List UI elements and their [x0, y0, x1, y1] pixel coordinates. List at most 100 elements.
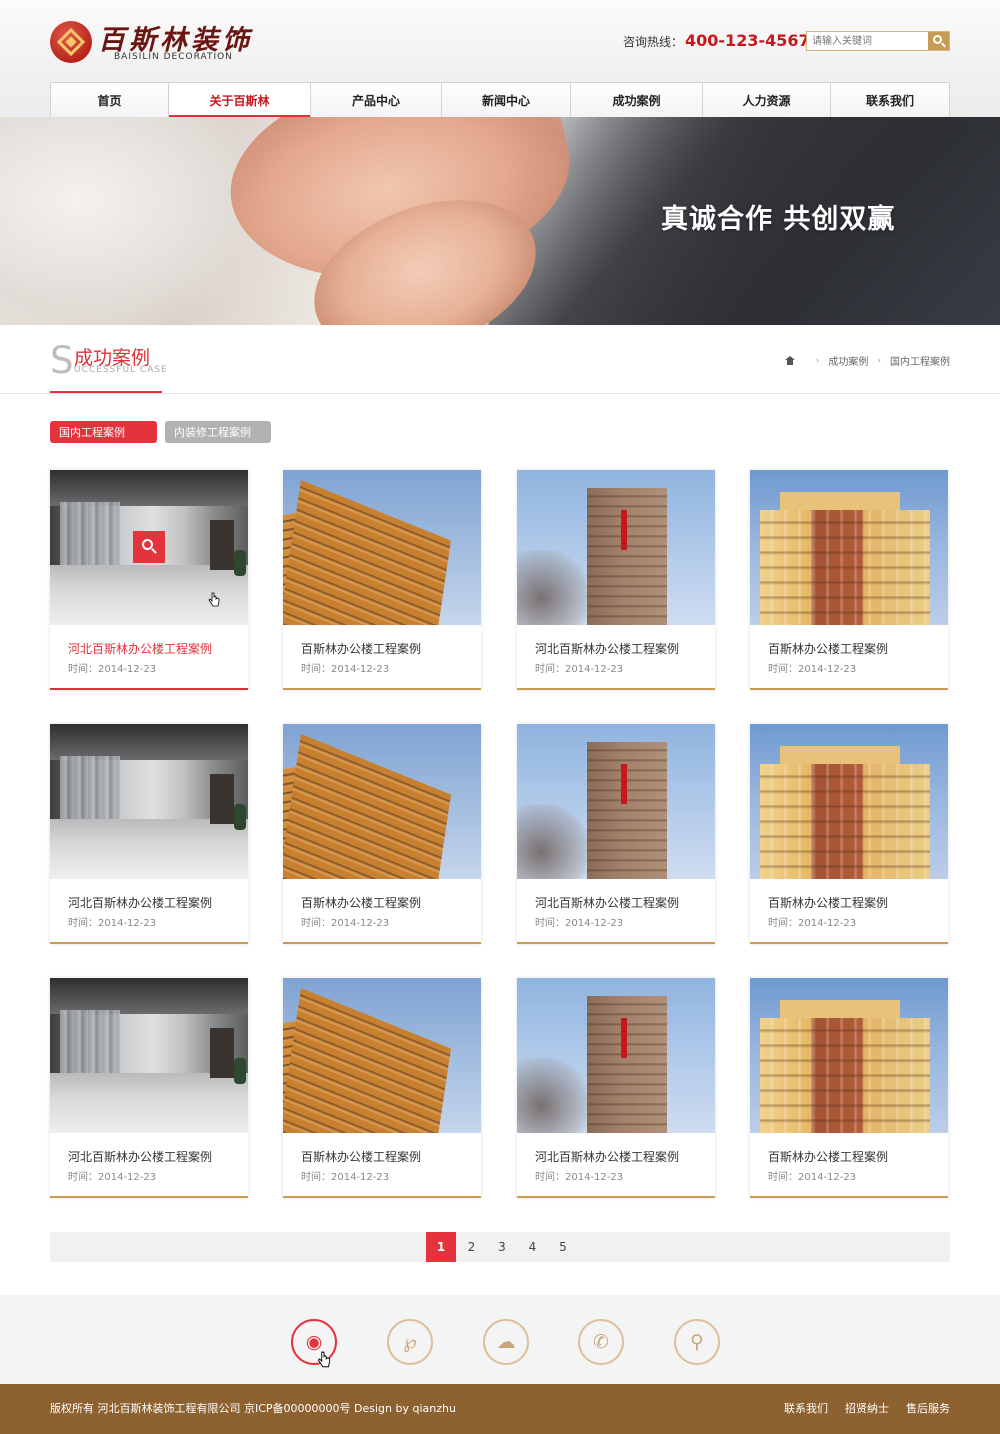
social-bar: ◉ ℘ ☁ ✆ ⚲	[0, 1295, 1000, 1384]
footer-link-careers[interactable]: 招贤纳士	[845, 1400, 889, 1416]
case-image[interactable]	[50, 470, 248, 625]
case-title[interactable]: 河北百斯林办公楼工程案例	[68, 640, 212, 657]
case-image[interactable]	[517, 724, 715, 879]
case-card[interactable]: 河北百斯林办公楼工程案例时间：2014-12-23	[50, 978, 248, 1198]
footer-link-service[interactable]: 售后服务	[906, 1400, 950, 1416]
case-title[interactable]: 百斯林办公楼工程案例	[301, 640, 421, 657]
chevron-right-icon: ›	[815, 355, 820, 366]
case-image[interactable]	[750, 978, 948, 1133]
case-underline	[283, 1196, 481, 1198]
banner-slogan: 真诚合作 共创双赢	[661, 204, 896, 235]
nav-item[interactable]: 首页	[51, 83, 169, 117]
hotline-label: 咨询热线：	[623, 35, 684, 49]
case-card[interactable]: 河北百斯林办公楼工程案例 时间：2014-12-23	[50, 724, 248, 944]
search-button[interactable]	[928, 32, 949, 50]
site-header: 百斯林装饰 BAISILIN DECORATION 咨询热线： 400-123-4…	[0, 0, 1000, 118]
case-card[interactable]: 百斯林办公楼工程案例时间：2014-12-23	[283, 978, 481, 1198]
case-card[interactable]: 百斯林办公楼工程案例时间：2014-12-23	[750, 978, 948, 1198]
case-underline	[283, 942, 481, 944]
case-date: 时间：2014-12-23	[535, 918, 624, 929]
qq-weibo-button[interactable]: ℘	[387, 1319, 433, 1365]
weibo-button[interactable]: ◉	[291, 1319, 337, 1368]
case-underline	[750, 942, 948, 944]
case-title[interactable]: 百斯林办公楼工程案例	[768, 1148, 888, 1165]
case-image[interactable]	[283, 724, 481, 879]
search-input[interactable]	[807, 32, 928, 50]
case-image[interactable]	[50, 724, 248, 879]
footer-links: 联系我们 招贤纳士 售后服务	[767, 1400, 950, 1416]
case-image[interactable]	[283, 470, 481, 625]
footer-link-contact[interactable]: 联系我们	[784, 1400, 828, 1416]
case-title[interactable]: 河北百斯林办公楼工程案例	[68, 1148, 212, 1165]
case-card[interactable]: 河北百斯林办公楼工程案例时间：2014-12-23	[517, 978, 715, 1198]
case-title[interactable]: 百斯林办公楼工程案例	[768, 894, 888, 911]
page-5-button[interactable]: 5	[548, 1232, 578, 1262]
case-title[interactable]: 百斯林办公楼工程案例	[768, 640, 888, 657]
logo[interactable]: 百斯林装饰 BAISILIN DECORATION	[50, 18, 250, 66]
section-subtitle: UCCESSFUL CASE	[74, 365, 168, 375]
case-card[interactable]: 百斯林办公楼工程案例时间：2014-12-23	[283, 724, 481, 944]
case-card[interactable]: 百斯林办公楼工程案例时间：2014-12-23	[283, 470, 481, 690]
case-card[interactable]: 河北百斯林办公楼工程案例 时间：2014-12-23	[50, 470, 248, 690]
nav-item[interactable]: 产品中心	[311, 83, 442, 117]
case-title[interactable]: 河北百斯林办公楼工程案例	[68, 894, 212, 911]
case-card[interactable]: 河北百斯林办公楼工程案例时间：2014-12-23	[517, 470, 715, 690]
page-4-button[interactable]: 4	[518, 1232, 548, 1262]
nav-item[interactable]: 新闻中心	[442, 83, 571, 117]
pagination: 12345	[50, 1232, 950, 1262]
zoom-button[interactable]	[133, 531, 165, 563]
breadcrumb-item[interactable]: 国内工程案例	[890, 353, 950, 368]
home-icon[interactable]	[784, 356, 795, 365]
search-box	[806, 31, 950, 51]
case-image[interactable]	[750, 470, 948, 625]
case-title[interactable]: 河北百斯林办公楼工程案例	[535, 640, 679, 657]
phone-icon: ✆	[593, 1331, 609, 1353]
case-image[interactable]	[517, 470, 715, 625]
case-card[interactable]: 百斯林办公楼工程案例时间：2014-12-23	[750, 724, 948, 944]
location-icon: ⚲	[690, 1331, 704, 1353]
tab-domestic-projects[interactable]: 国内工程案例	[50, 421, 157, 443]
case-image[interactable]	[50, 978, 248, 1133]
page-1-button[interactable]: 1	[426, 1232, 456, 1262]
case-title[interactable]: 河北百斯林办公楼工程案例	[535, 1148, 679, 1165]
case-date: 时间：2014-12-23	[301, 664, 390, 675]
nav-item[interactable]: 联系我们	[831, 83, 949, 117]
case-image[interactable]	[283, 978, 481, 1133]
case-image[interactable]	[517, 978, 715, 1133]
logo-subtitle: BAISILIN DECORATION	[114, 52, 233, 62]
case-date: 时间：2014-12-23	[768, 918, 857, 929]
case-date: 时间：2014-12-23	[535, 664, 624, 675]
phone-button[interactable]: ✆	[578, 1319, 624, 1365]
case-date: 时间：2014-12-23	[301, 918, 390, 929]
case-underline	[517, 1196, 715, 1198]
breadcrumb-item[interactable]: 成功案例	[828, 353, 868, 368]
hotline-number: 400-123-4567	[685, 31, 810, 50]
case-card[interactable]: 河北百斯林办公楼工程案例时间：2014-12-23	[517, 724, 715, 944]
section-header: S 成功案例 UCCESSFUL CASE › 成功案例 › 国内工程案例	[0, 325, 1000, 394]
location-button[interactable]: ⚲	[674, 1319, 720, 1365]
case-underline	[50, 1196, 248, 1198]
case-card[interactable]: 百斯林办公楼工程案例 时间：2014-12-23	[750, 470, 948, 690]
nav-item[interactable]: 成功案例	[571, 83, 703, 117]
case-date: 时间：2014-12-23	[535, 1172, 624, 1183]
site-footer: 版权所有 河北百斯林装饰工程有限公司 京ICP备00000000号 Design…	[0, 1384, 1000, 1434]
hand-cursor-icon	[317, 1351, 331, 1368]
wechat-button[interactable]: ☁	[483, 1319, 529, 1365]
page-3-button[interactable]: 3	[487, 1232, 517, 1262]
page-2-button[interactable]: 2	[457, 1232, 487, 1262]
case-date: 时间：2014-12-23	[68, 1172, 157, 1183]
case-image[interactable]	[750, 724, 948, 879]
case-title[interactable]: 河北百斯林办公楼工程案例	[535, 894, 679, 911]
section-initial: S	[50, 339, 74, 382]
nav-item[interactable]: 人力资源	[703, 83, 831, 117]
qq-weibo-icon: ℘	[403, 1331, 417, 1353]
case-underline	[750, 1196, 948, 1198]
case-date: 时间：2014-12-23	[301, 1172, 390, 1183]
copyright-text: 版权所有 河北百斯林装饰工程有限公司 京ICP备00000000号 Design…	[50, 1402, 456, 1415]
case-title[interactable]: 百斯林办公楼工程案例	[301, 894, 421, 911]
tab-interior-projects[interactable]: 内装修工程案例	[165, 421, 271, 443]
nav-item[interactable]: 关于百斯林	[169, 83, 311, 118]
chevron-right-icon: ›	[877, 355, 881, 366]
case-title[interactable]: 百斯林办公楼工程案例	[301, 1148, 421, 1165]
case-date: 时间：2014-12-23	[768, 1172, 857, 1183]
